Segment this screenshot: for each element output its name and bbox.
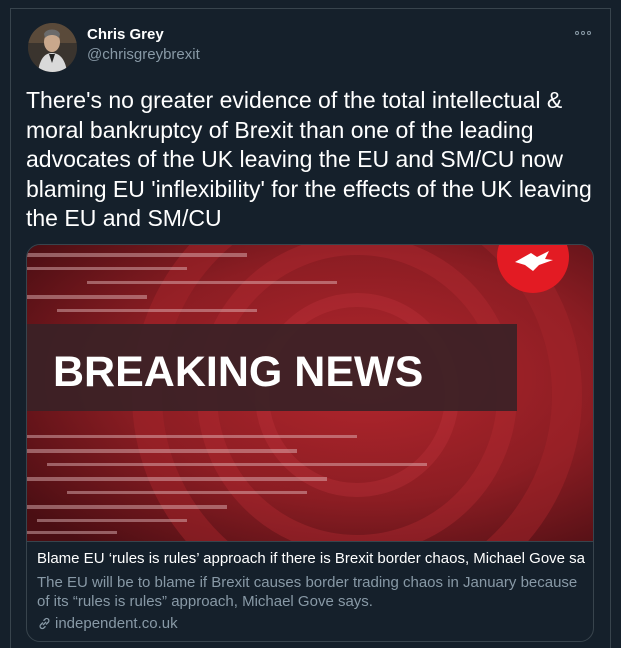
author-handle[interactable]: @chrisgreybrexit (87, 46, 200, 63)
card-image[interactable]: BREAKING NEWS (27, 245, 593, 541)
more-icon[interactable] (573, 27, 593, 39)
tweet-container[interactable]: Chris Grey @chrisgreybrexit There's no g… (10, 8, 611, 648)
avatar[interactable] (28, 23, 77, 72)
tweet-text: There's no greater evidence of the total… (26, 87, 592, 231)
card-domain[interactable]: independent.co.uk (37, 615, 178, 632)
link-preview-card[interactable]: BREAKING NEWS Blame EU ‘rules is rules’ … (26, 244, 594, 642)
link-icon (39, 617, 50, 630)
card-description: The EU will be to blame if Brexit causes… (37, 574, 578, 610)
author-display-name[interactable]: Chris Grey (87, 26, 164, 43)
card-title[interactable]: Blame EU ‘rules is rules’ approach if th… (37, 550, 585, 567)
card-info[interactable]: Blame EU ‘rules is rules’ approach if th… (27, 541, 593, 641)
avatar-photo (28, 23, 77, 72)
breaking-news-headline: BREAKING NEWS (53, 348, 423, 396)
card-domain-text: independent.co.uk (55, 615, 178, 632)
